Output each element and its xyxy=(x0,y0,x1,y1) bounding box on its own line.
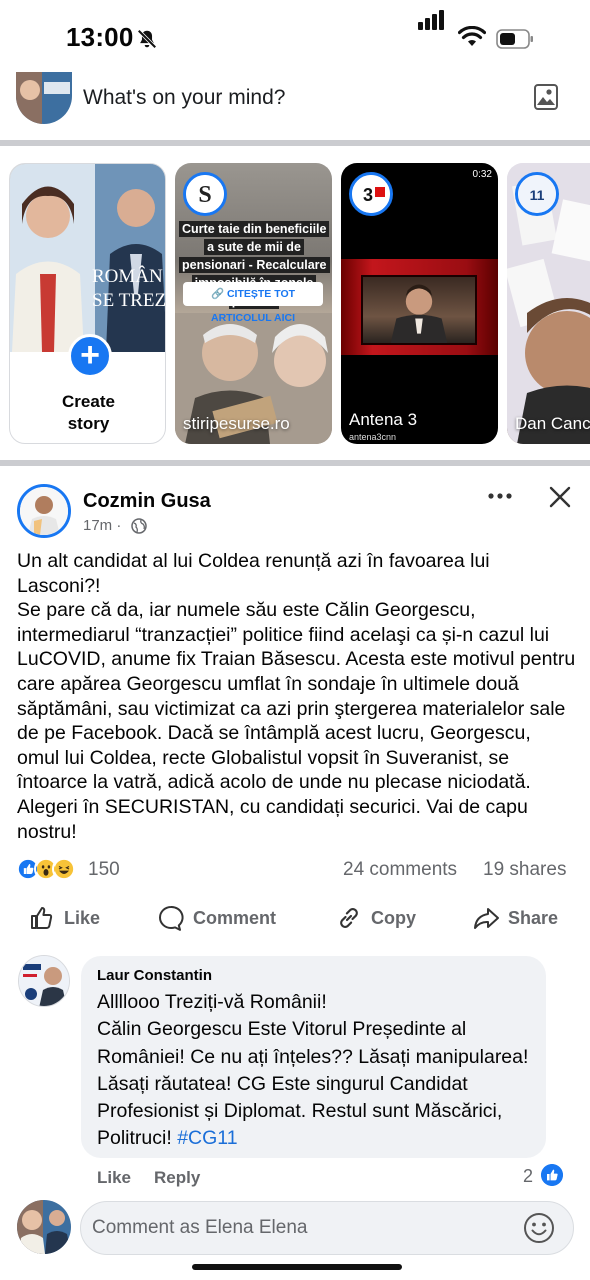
story-card-antena3[interactable]: 3 0:32 Antena 3 antena3cnn xyxy=(341,163,498,444)
svg-text:ROMÂN: ROMÂN xyxy=(92,265,163,287)
story-label: stiripesurse.ro xyxy=(183,414,290,433)
post-author-avatar[interactable] xyxy=(17,484,71,538)
comment-input[interactable]: Comment as Elena Elena xyxy=(80,1201,574,1255)
link-icon xyxy=(340,908,358,928)
reaction-count[interactable]: 150 xyxy=(88,859,120,881)
shares-count[interactable]: 19 shares xyxy=(483,859,566,881)
composer-prompt[interactable]: What's on your mind? xyxy=(83,86,285,110)
like-badge-icon xyxy=(541,1164,563,1186)
commenter-avatar[interactable] xyxy=(18,955,70,1007)
add-story-plus-icon[interactable]: + xyxy=(68,334,112,378)
dan-avatar: 11 xyxy=(515,172,559,216)
read-article-button[interactable]: 🔗 CITEȘTE TOT ARTICOLUL AICI xyxy=(183,282,323,324)
story-card-dan[interactable]: 11 Dan Canc xyxy=(507,163,590,444)
story-label: Antena 3 xyxy=(349,410,418,429)
antena3-logo: 3 xyxy=(349,172,393,216)
comments-count[interactable]: 24 comments xyxy=(343,859,457,881)
haha-reaction-icon xyxy=(52,857,76,881)
comment-reply-button[interactable]: Reply xyxy=(154,1168,200,1188)
stiripesurse-logo: S xyxy=(183,172,227,216)
section-divider xyxy=(0,140,590,146)
like-icon xyxy=(31,907,53,929)
photo-icon[interactable] xyxy=(534,84,558,110)
story-sublabel: antena3cnn xyxy=(349,432,397,442)
battery-icon xyxy=(496,29,533,49)
story-label: Dan Canc xyxy=(515,414,590,433)
create-story-card[interactable]: ROMÂN SE TREZES + Create story xyxy=(9,163,166,444)
create-story-photo: ROMÂN SE TREZES xyxy=(10,164,166,352)
hashtag-link[interactable]: #CG11 xyxy=(177,1127,237,1149)
emoji-icon[interactable] xyxy=(523,1212,555,1244)
story-duration: 0:32 xyxy=(472,169,492,180)
home-indicator[interactable] xyxy=(192,1264,402,1270)
svg-text:11: 11 xyxy=(530,187,545,203)
comment-button[interactable]: Comment xyxy=(157,902,276,934)
globe-icon xyxy=(131,518,147,534)
close-icon[interactable] xyxy=(549,486,571,508)
svg-text:3: 3 xyxy=(363,185,373,205)
composer-avatar[interactable] xyxy=(16,72,72,124)
reactions-summary[interactable] xyxy=(16,857,86,881)
like-button[interactable]: Like xyxy=(28,902,100,934)
more-options-icon[interactable] xyxy=(488,490,512,502)
copy-button[interactable]: Copy xyxy=(335,902,416,934)
section-divider xyxy=(0,460,590,466)
share-button[interactable]: Share xyxy=(472,902,558,934)
wifi-icon xyxy=(458,26,486,46)
post-author-name[interactable]: Cozmin Gusa xyxy=(83,490,211,513)
status-time: 13:00 xyxy=(66,22,134,52)
svg-text:S: S xyxy=(198,182,211,208)
bell-muted-icon xyxy=(137,29,157,49)
comment-text: Allllooo Treziți-vă Românii! Călin Georg… xyxy=(97,991,529,1150)
create-story-label: Create story xyxy=(62,392,115,433)
svg-text:SE TREZES: SE TREZES xyxy=(92,290,166,311)
comment-like-button[interactable]: Like xyxy=(97,1168,131,1188)
comment-icon xyxy=(159,905,184,931)
story-card-stiripesurse[interactable]: S Curte taie din beneficiile a sute de m… xyxy=(175,163,332,444)
current-user-avatar xyxy=(17,1200,71,1254)
commenter-name[interactable]: Laur Constantin xyxy=(97,967,212,984)
post-timestamp[interactable]: 17m · xyxy=(83,517,121,534)
share-icon xyxy=(474,908,499,929)
post-text: Un alt candidat al lui Coldea renunță az… xyxy=(17,550,576,843)
comment-like-count[interactable]: 2 xyxy=(523,1166,533,1187)
